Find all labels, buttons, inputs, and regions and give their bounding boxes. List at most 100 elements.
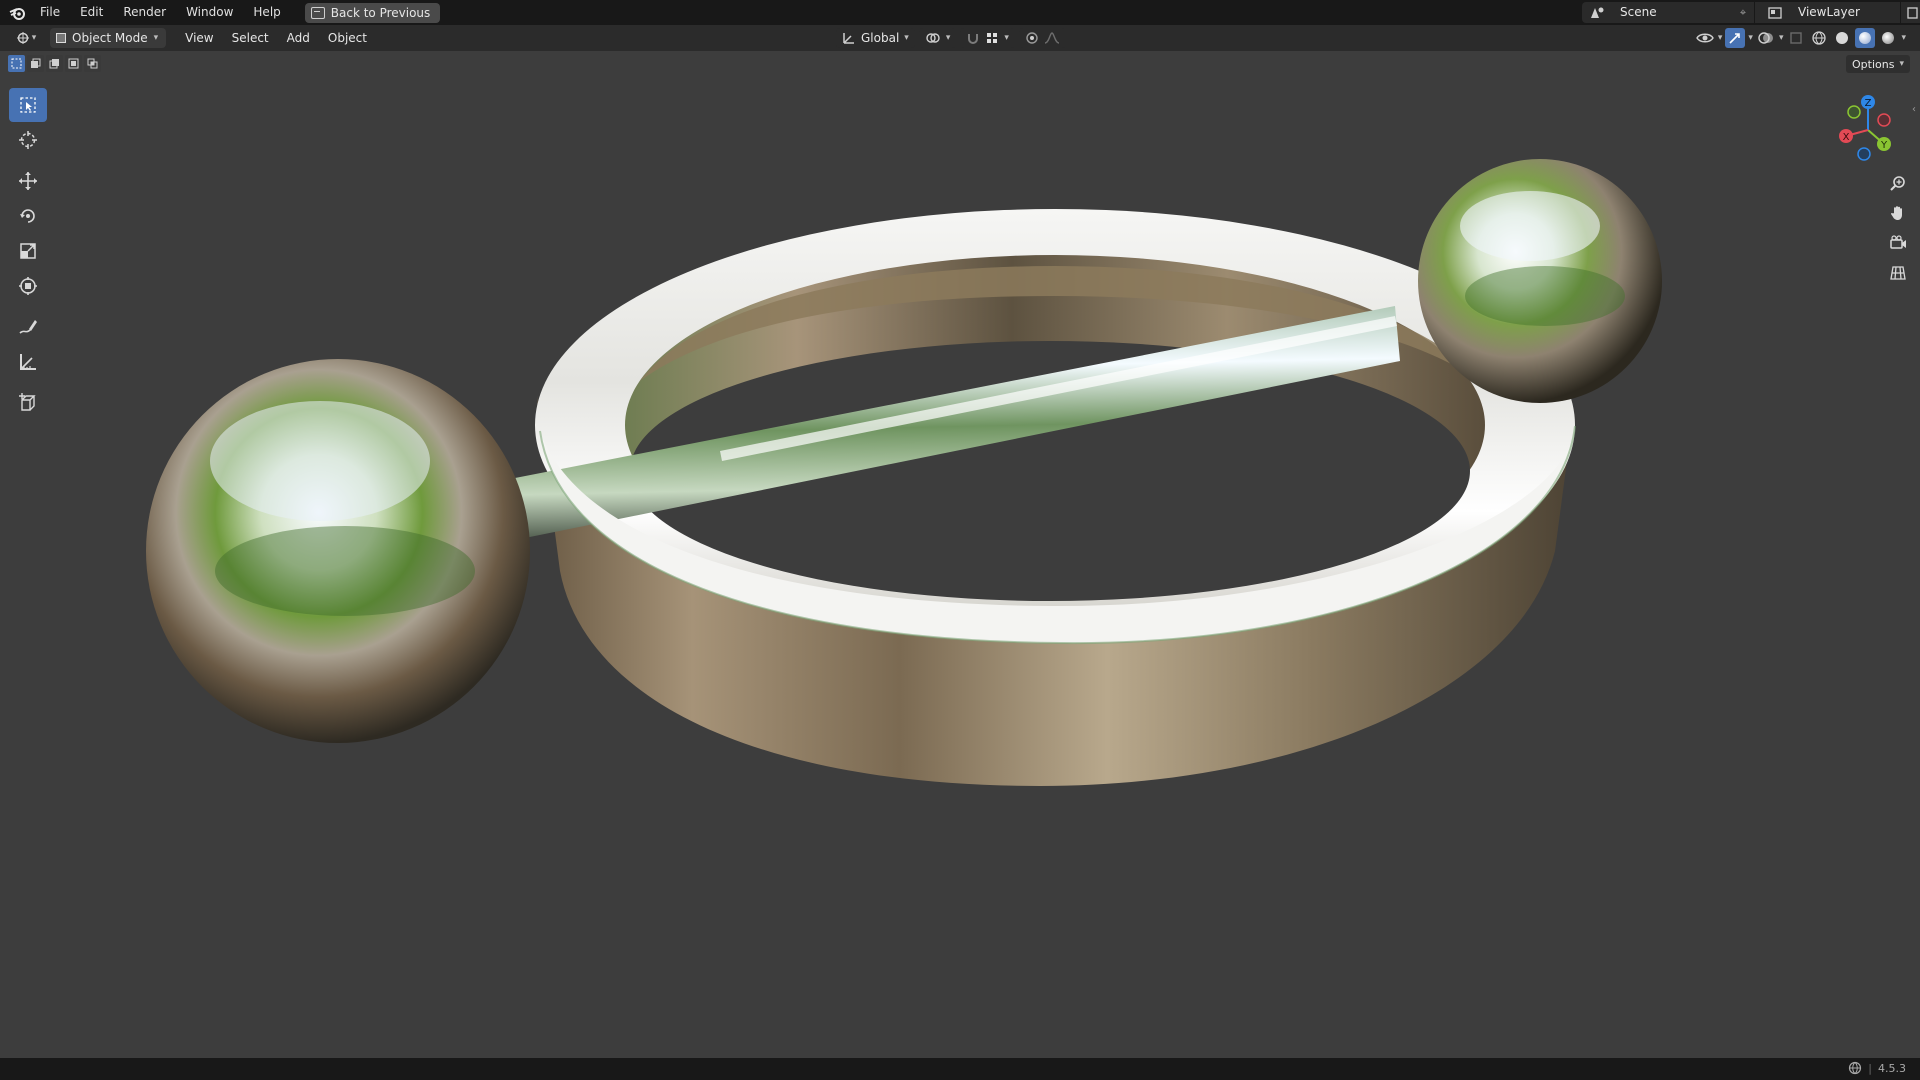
tool-shelf — [9, 88, 47, 421]
transform-orientation-label: Global — [861, 31, 900, 45]
select-new-icon[interactable] — [8, 55, 25, 72]
zoom-icon[interactable] — [1885, 170, 1911, 196]
overlays-icon[interactable] — [1756, 28, 1776, 48]
editor-type-dropdown[interactable]: ▾ — [6, 27, 46, 49]
view-layer-selector[interactable]: ViewLayer — [1760, 2, 1920, 23]
measure-icon — [20, 354, 36, 370]
view-layer-icon[interactable] — [1760, 2, 1790, 23]
new-view-layer-icon[interactable] — [1900, 2, 1920, 23]
scale-tool[interactable] — [9, 234, 47, 268]
viewport-canvas[interactable] — [0, 51, 1920, 1058]
move-icon — [19, 172, 37, 190]
back-to-previous-button[interactable]: Back to Previous — [304, 2, 441, 23]
viewport-display-tools: ▾ ▾ ▾ ▾ — [1695, 28, 1906, 48]
blender-logo-icon[interactable] — [4, 0, 30, 25]
pivot-point-dropdown[interactable]: ▾ — [918, 28, 957, 48]
proportional-editing-toggle[interactable] — [1018, 28, 1066, 48]
status-bar: | 4.5.3 — [0, 1058, 1920, 1080]
xray-icon[interactable] — [1786, 28, 1806, 48]
select-extend-icon[interactable] — [27, 55, 44, 72]
annotate-icon — [19, 320, 37, 334]
neg-y-axis-handle — [1847, 105, 1861, 119]
menu-select[interactable]: Select — [223, 31, 278, 45]
chevron-down-icon: ▾ — [153, 33, 159, 43]
pin-icon[interactable]: ⌖ — [1732, 2, 1754, 23]
menu-edit[interactable]: Edit — [70, 0, 113, 25]
menu-object[interactable]: Object — [319, 31, 376, 45]
sphere-right-object[interactable] — [1418, 159, 1662, 403]
version-info: | 4.5.3 — [1848, 1061, 1906, 1075]
sphere-left-object[interactable] — [146, 359, 530, 743]
perspective-toggle-icon[interactable] — [1885, 260, 1911, 286]
chevron-down-icon: ▾ — [1899, 59, 1904, 69]
chevron-down-icon: ▾ — [1901, 33, 1906, 43]
chevron-down-icon: ▾ — [904, 33, 909, 43]
visibility-icon[interactable] — [1695, 28, 1715, 48]
chevron-down-icon: ▾ — [31, 33, 37, 43]
z-axis-handle: Z — [1861, 95, 1875, 109]
select-box-tool[interactable] — [9, 88, 47, 122]
camera-view-icon[interactable] — [1885, 230, 1911, 256]
object-mode-dropdown[interactable]: Object Mode ▾ — [50, 28, 167, 48]
options-label: Options — [1852, 57, 1895, 71]
select-invert-icon[interactable] — [65, 55, 82, 72]
menu-render[interactable]: Render — [113, 0, 176, 25]
sidebar-toggle-icon[interactable]: ‹ — [1912, 104, 1916, 115]
select-box-icon — [20, 97, 36, 113]
neg-x-axis-handle — [1877, 113, 1891, 127]
gizmo-toggle-icon[interactable] — [1725, 28, 1746, 48]
select-subtract-icon[interactable] — [46, 55, 63, 72]
transform-tools: Global ▾ ▾ ▾ — [836, 28, 1066, 48]
material-preview-shading-icon[interactable] — [1855, 28, 1876, 48]
select-intersect-icon[interactable] — [84, 55, 101, 72]
back-icon — [310, 6, 325, 19]
add-cube-icon — [19, 393, 36, 411]
scene-name-field[interactable]: Scene — [1612, 2, 1732, 23]
solid-shading-icon[interactable] — [1832, 28, 1852, 48]
scene-icon[interactable] — [1582, 2, 1612, 23]
transform-orientation-dropdown[interactable]: Global ▾ — [836, 28, 915, 48]
pivot-icon — [926, 33, 940, 43]
snap-grid-icon — [987, 33, 998, 43]
measure-tool[interactable] — [9, 345, 47, 379]
move-tool[interactable] — [9, 164, 47, 198]
version-label: 4.5.3 — [1878, 1061, 1906, 1075]
rendered-shading-icon[interactable] — [1878, 28, 1898, 48]
scene-selector[interactable]: Scene ⌖ — [1582, 2, 1778, 23]
annotate-tool[interactable] — [9, 310, 47, 344]
menu-view[interactable]: View — [176, 31, 222, 45]
x-axis-handle: X — [1839, 129, 1853, 143]
neg-z-axis-handle — [1857, 147, 1871, 161]
object-mode-label: Object Mode — [72, 31, 148, 45]
options-dropdown[interactable]: Options ▾ — [1846, 55, 1910, 73]
rotate-icon — [20, 209, 35, 223]
menu-file[interactable]: File — [30, 0, 70, 25]
menu-add[interactable]: Add — [278, 31, 319, 45]
selection-mode-buttons — [8, 55, 101, 72]
wireframe-shading-icon[interactable] — [1809, 28, 1829, 48]
editor-type-icon — [16, 32, 29, 44]
back-to-previous-label: Back to Previous — [330, 5, 431, 20]
globe-icon — [1849, 1061, 1862, 1075]
cursor-icon — [19, 131, 37, 149]
snap-toggle[interactable]: ▾ — [960, 28, 1015, 48]
rotate-tool[interactable] — [9, 199, 47, 233]
view-layer-name-field[interactable]: ViewLayer — [1790, 2, 1900, 23]
pan-hand-icon[interactable] — [1885, 200, 1911, 226]
menu-help[interactable]: Help — [243, 0, 290, 25]
chevron-down-icon: ▾ — [1004, 33, 1009, 43]
chevron-down-icon: ▾ — [1778, 33, 1784, 43]
svg-text:Y: Y — [1880, 140, 1888, 151]
transform-icon — [19, 277, 37, 295]
navigation-gizmo[interactable]: X Y Z — [1828, 90, 1908, 170]
transform-tool[interactable] — [9, 269, 47, 303]
add-cube-tool[interactable] — [9, 386, 47, 420]
chevron-down-icon: ▾ — [1717, 33, 1723, 43]
y-axis-handle: Y — [1877, 137, 1891, 151]
scale-icon — [20, 243, 36, 259]
orientation-icon — [843, 33, 854, 44]
svg-text:Z: Z — [1865, 98, 1872, 109]
svg-text:X: X — [1843, 132, 1850, 143]
cursor-tool[interactable] — [9, 123, 47, 157]
menu-window[interactable]: Window — [176, 0, 243, 25]
